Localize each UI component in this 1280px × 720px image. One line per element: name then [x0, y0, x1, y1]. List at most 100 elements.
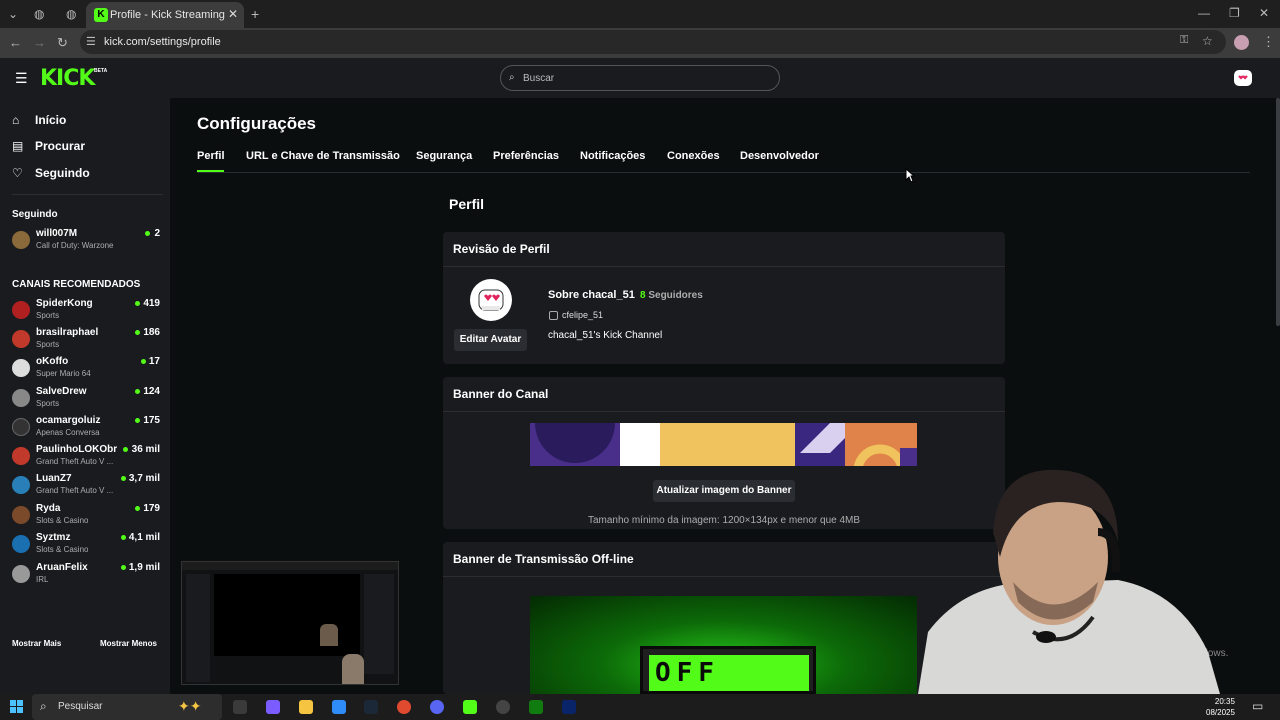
steam-icon[interactable] [364, 700, 378, 714]
page-scrollbar[interactable] [1276, 98, 1280, 326]
windows-taskbar: ⌕ Pesquisar ✦✦ 20:35 08/2025 ▭ [0, 694, 1280, 720]
store-icon[interactable] [332, 700, 346, 714]
taskbar-search[interactable]: ⌕ Pesquisar ✦✦ [32, 694, 222, 720]
channel-category: Super Mario 64 [36, 369, 91, 378]
tab-list-icon[interactable]: ⌄ [8, 7, 18, 21]
mouse-cursor-icon [905, 167, 916, 188]
channel-category: Sports [36, 311, 60, 320]
recommended-channel[interactable]: oKoffo Super Mario 64 17 [12, 356, 160, 382]
channel-avatar [12, 447, 30, 465]
channel-category: Call of Duty: Warzone [36, 241, 114, 250]
recommended-channel[interactable]: brasilraphael Sports 186 [12, 327, 160, 353]
restore-icon[interactable]: ❐ [1229, 6, 1240, 20]
minimize-icon[interactable]: — [1198, 6, 1210, 20]
recommended-channel[interactable]: PaulinhoLOKObr Grand Theft Auto V ... 36… [12, 444, 160, 470]
tab-notifications[interactable]: Notificações [580, 150, 645, 162]
close-tab-icon[interactable]: ✕ [228, 7, 238, 21]
tab-connections[interactable]: Conexões [667, 150, 720, 162]
obs-icon[interactable] [496, 700, 510, 714]
update-banner-button[interactable]: Atualizar imagem do Banner [653, 480, 795, 502]
profile-avatar-icon[interactable] [1234, 35, 1249, 50]
close-window-icon[interactable]: ✕ [1259, 6, 1269, 20]
viewer-count: 4,1 mil [128, 532, 160, 543]
profile-review-card: Revisão de Perfil Editar Avatar Sobre ch… [443, 232, 1005, 364]
webcam-overlay [918, 462, 1220, 694]
notification-icon[interactable]: ▭ [1252, 699, 1263, 713]
chrome-icon[interactable] [397, 700, 411, 714]
tab-perfil[interactable]: Perfil [197, 150, 225, 162]
kick-app-icon[interactable] [463, 700, 477, 714]
menu-kebab-icon[interactable]: ⋮ [1262, 34, 1275, 50]
nav-procurar[interactable]: ▤ Procurar [12, 136, 85, 156]
password-key-icon[interactable]: ⚿ [1180, 34, 1188, 47]
copilot-icon[interactable] [266, 700, 280, 714]
following-channel[interactable]: will007M Call of Duty: Warzone 2 [12, 228, 160, 254]
task-view-icon[interactable] [233, 700, 247, 714]
channel-name: SalveDrew [36, 386, 87, 397]
channel-category: Slots & Casino [36, 516, 89, 525]
channel-avatar [12, 301, 30, 319]
reload-icon[interactable]: ↻ [57, 35, 68, 51]
recommended-channel[interactable]: LuanZ7 Grand Theft Auto V ... 3,7 mil [12, 473, 160, 499]
windows-start-icon[interactable] [10, 700, 23, 713]
show-less-button[interactable]: Mostrar Menos [100, 639, 157, 648]
social-username[interactable]: cfelipe_51 [562, 310, 603, 320]
tab-favicon-icon[interactable]: ◍ [34, 7, 44, 21]
channel-avatar [12, 565, 30, 583]
channel-category: Sports [36, 340, 60, 349]
recommended-channel[interactable]: AruanFelix IRL 1,9 mil [12, 562, 160, 588]
recommended-channel[interactable]: Syztmz Slots & Casino 4,1 mil [12, 532, 160, 558]
preview-sidebar [186, 574, 210, 682]
live-dot [141, 359, 146, 364]
channel-name: Ryda [36, 503, 61, 514]
kick-logo[interactable]: KICK [40, 66, 95, 91]
channel-name: oKoffo [36, 356, 69, 367]
user-avatar[interactable] [1234, 70, 1252, 86]
profile-bio: chacal_51's Kick Channel [548, 330, 663, 341]
channel-avatar [12, 359, 30, 377]
back-icon[interactable]: ← [9, 35, 22, 50]
taskbar-clock[interactable]: 20:35 08/2025 [1206, 696, 1235, 718]
site-info-icon[interactable]: ☰ [86, 35, 96, 48]
channel-category: Grand Theft Auto V ... [36, 486, 114, 495]
tab-developer[interactable]: Desenvolvedor [740, 150, 819, 162]
channel-avatar [12, 506, 30, 524]
recommended-title: CANAIS RECOMENDADOS [12, 279, 141, 290]
offline-banner-image: OFF [530, 596, 917, 694]
file-explorer-icon[interactable] [299, 700, 313, 714]
show-more-button[interactable]: Mostrar Mais [12, 639, 61, 648]
channel-avatar [12, 535, 30, 553]
recommended-channel[interactable]: SalveDrew Sports 124 [12, 386, 160, 412]
xbox-icon[interactable] [529, 700, 543, 714]
preview-person [320, 624, 338, 646]
recommended-channel[interactable]: Ryda Slots & Casino 179 [12, 503, 160, 529]
discord-icon[interactable] [430, 700, 444, 714]
forward-icon[interactable]: → [33, 35, 46, 50]
nav-inicio[interactable]: ⌂ Início [12, 110, 66, 130]
new-tab-icon[interactable]: + [251, 6, 259, 22]
off-sign: OFF [640, 646, 816, 694]
tab-favicon-icon[interactable]: ◍ [66, 7, 76, 21]
tab-preferences[interactable]: Preferências [493, 150, 559, 162]
recommended-channel[interactable]: SpiderKong Sports 419 [12, 298, 160, 324]
live-dot [145, 231, 150, 236]
nav-seguindo[interactable]: ♡ Seguindo [12, 163, 90, 183]
search-icon: ⌕ [509, 72, 515, 83]
hamburger-menu-icon[interactable]: ☰ [15, 70, 28, 87]
active-browser-tab[interactable]: K Profile - Kick Streaming ✕ [86, 2, 244, 28]
terminal-icon[interactable] [562, 700, 576, 714]
search-placeholder: Buscar [523, 73, 555, 84]
live-dot [135, 301, 140, 306]
preview-person [342, 654, 364, 684]
bookmark-star-icon[interactable]: ☆ [1202, 34, 1213, 48]
edit-avatar-button[interactable]: Editar Avatar [454, 329, 527, 351]
search-input[interactable]: ⌕ Buscar [500, 65, 780, 91]
instagram-icon [549, 311, 558, 320]
address-bar[interactable]: ☰ kick.com/settings/profile ⚿ ☆ [80, 30, 1226, 54]
tab-stream-key[interactable]: URL e Chave de Transmissão [246, 150, 400, 162]
viewer-count: 3,7 mil [128, 473, 160, 484]
recommended-channel[interactable]: ocamargoluiz Apenas Conversa 175 [12, 415, 160, 441]
tab-security[interactable]: Segurança [416, 150, 472, 162]
profile-avatar [470, 279, 512, 321]
channel-category: IRL [36, 575, 49, 584]
